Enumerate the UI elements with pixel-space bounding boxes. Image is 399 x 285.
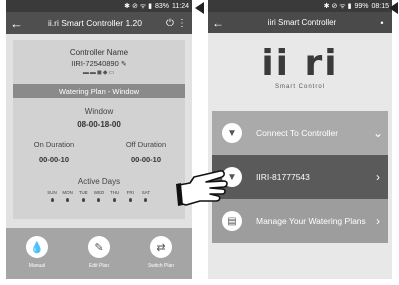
menu-dot-icon[interactable]: • — [376, 18, 388, 28]
active-days-list: SUN MON TUE WED THU FRI SAT — [45, 190, 153, 202]
day-thu: THU — [108, 190, 122, 202]
status-time: 08:15 — [371, 2, 389, 10]
day-label: SUN — [47, 190, 57, 195]
status-bar: ✱ ⊘ ᯤ ▮ 83% 11:24 — [6, 0, 192, 12]
water-drop-icon — [144, 198, 148, 202]
chevron-down-icon[interactable]: ⌄ — [368, 126, 388, 140]
day-sun: SUN — [45, 190, 59, 202]
on-duration-value: 00-00-10 — [38, 155, 70, 164]
on-duration-label: On Duration — [33, 140, 75, 149]
edit-plan-button[interactable]: ✎ Edit Plan — [74, 236, 124, 269]
day-label: SAT — [141, 190, 151, 195]
manage-watering-plans-row[interactable]: ▤ Manage Your Watering Plans › — [212, 199, 388, 243]
active-days-label: Active Days — [77, 177, 121, 186]
logo-text: ii ri — [261, 43, 339, 84]
edit-plan-button-label: Edit Plan — [88, 263, 109, 269]
phone-screen-home: ✱ ⊘ ᯤ ▮ 99% 08:15 ← iiri Smart Controlle… — [208, 0, 392, 279]
more-options-icon[interactable]: ⋮ — [176, 18, 188, 29]
switch-plan-button-label: Switch Plan — [147, 263, 175, 269]
water-drop-icon[interactable]: 💧 — [26, 236, 48, 258]
iiri-logo: ii ri Smart Control — [208, 43, 392, 91]
controller-id: IIRI-72540890 ✎ — [13, 59, 185, 68]
row-label: IIRI-81777543 — [256, 172, 310, 182]
day-label: TUE — [78, 190, 88, 195]
day-label: THU — [110, 190, 120, 195]
day-fri: FRI — [123, 190, 137, 202]
phone-screen-controller: ✱ ⊘ ᯤ ▮ 83% 11:24 ← ii.ri Smart Controll… — [6, 0, 192, 279]
connect-to-controller-row[interactable]: ▼ Connect To Controller ⌄ — [212, 111, 388, 155]
status-bar: ✱ ⊘ ᯤ ▮ 99% 08:15 — [208, 0, 392, 12]
chevron-right-icon[interactable]: › — [368, 170, 388, 184]
watering-plan-title: Watering Plan - Window — [13, 84, 185, 98]
nav-back-triangle-icon — [195, 2, 204, 14]
water-drop-icon — [113, 198, 117, 202]
day-sat: SAT — [139, 190, 153, 202]
manual-button-label: Manual — [28, 263, 46, 269]
water-drop-icon — [97, 198, 101, 202]
status-icons: ✱ ⊘ ᯤ ▮ — [323, 2, 352, 10]
day-label: FRI — [126, 190, 134, 195]
back-arrow-icon[interactable]: ← — [212, 16, 228, 30]
battery-level: 83% — [154, 2, 169, 10]
off-duration-value: 00-00-10 — [130, 155, 162, 164]
funnel-icon: ▼ — [222, 123, 242, 143]
day-tue: TUE — [76, 190, 90, 202]
chevron-right-icon[interactable]: › — [368, 214, 388, 228]
app-title: iiri Smart Controller — [267, 18, 337, 27]
row-label: Manage Your Watering Plans — [256, 216, 366, 226]
tapping-hand-icon — [176, 170, 228, 206]
window-value: 08-00-18-00 — [77, 120, 121, 129]
bottom-action-bar: 💧 Manual ✎ Edit Plan ⇄ Switch Plan — [6, 228, 192, 279]
water-drop-icon — [66, 198, 70, 202]
logo-tagline: Smart Control — [274, 84, 325, 90]
battery-level: 99% — [354, 2, 369, 10]
day-mon: MON — [61, 190, 75, 202]
status-time: 11:24 — [172, 2, 189, 10]
pencil-icon[interactable]: ✎ — [88, 236, 110, 258]
water-drop-icon — [128, 198, 132, 202]
controller-name-label: Controller Name — [69, 48, 129, 57]
off-duration-label: Off Duration — [125, 140, 167, 149]
edit-pencil-icon[interactable]: ✎ — [121, 61, 127, 68]
app-bar: ← iiri Smart Controller • — [208, 12, 392, 33]
day-label: MON — [62, 190, 73, 195]
water-drop-icon — [50, 198, 54, 202]
app-title: ii.ri Smart Controller 1.20 — [47, 18, 142, 28]
app-bar: ← ii.ri Smart Controller 1.20 ⏻ ⋮ — [6, 12, 192, 34]
controller-card: Controller Name IIRI-72540890 ✎ ▬▬◼◆▭ Wa… — [13, 40, 185, 219]
manual-button[interactable]: 💧 Manual — [12, 236, 62, 269]
day-wed: WED — [92, 190, 106, 202]
window-label: Window — [84, 107, 114, 116]
row-label: Connect To Controller — [256, 128, 339, 138]
status-icons: ✱ ⊘ ᯤ ▮ — [124, 2, 152, 10]
water-drop-icon — [81, 198, 85, 202]
nav-back-triangle-icon — [389, 2, 398, 14]
controller-status-icons: ▬▬◼◆▭ — [82, 70, 116, 76]
controller-device-row[interactable]: ▼ IIRI-81777543 › — [212, 155, 388, 199]
power-icon[interactable]: ⏻ — [164, 18, 176, 29]
back-arrow-icon[interactable]: ← — [10, 16, 26, 31]
document-icon: ▤ — [222, 211, 242, 231]
day-label: WED — [93, 190, 105, 195]
controller-id-value: IIRI-72540890 — [71, 59, 119, 68]
switch-plan-button[interactable]: ⇄ Switch Plan — [136, 236, 186, 269]
swap-arrows-icon[interactable]: ⇄ — [150, 236, 172, 258]
